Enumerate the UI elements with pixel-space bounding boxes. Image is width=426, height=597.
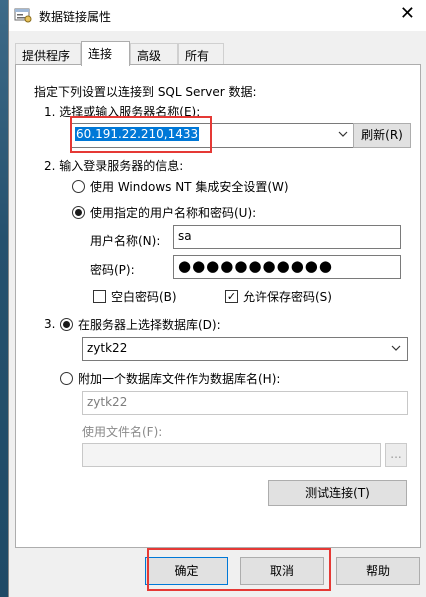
username-input[interactable]: sa: [173, 225, 401, 249]
radio-windows-auth-label[interactable]: 使用 Windows NT 集成安全设置(W): [90, 178, 289, 195]
desktop-background: [0, 0, 8, 597]
blank-password-checkbox[interactable]: [93, 290, 106, 303]
connection-panel: 指定下列设置以连接到 SQL Server 数据: 1. 选择或输入服务器名称(…: [15, 64, 421, 548]
allow-save-password-label[interactable]: 允许保存密码(S): [243, 288, 332, 305]
radio-specific-auth[interactable]: [72, 206, 85, 219]
tab-connection[interactable]: 连接: [81, 41, 130, 66]
test-connection-button[interactable]: 测试连接(T): [268, 480, 407, 506]
attach-db-name-input[interactable]: zytk22: [82, 391, 408, 415]
username-label: 用户名称(N):: [90, 234, 161, 248]
radio-attach-db[interactable]: [60, 372, 73, 385]
tab-provider[interactable]: 提供程序: [15, 43, 81, 65]
help-button[interactable]: 帮助: [336, 557, 420, 585]
app-icon: [14, 7, 32, 23]
tab-advanced[interactable]: 高级: [130, 43, 178, 65]
radio-db-on-server-label[interactable]: 在服务器上选择数据库(D):: [78, 316, 221, 333]
intro-text: 指定下列设置以连接到 SQL Server 数据:: [34, 85, 257, 99]
step2-label: 2. 输入登录服务器的信息:: [44, 159, 184, 173]
database-select[interactable]: zytk22: [82, 337, 408, 361]
browse-button[interactable]: ...: [385, 443, 407, 467]
step1-label: 1. 选择或输入服务器名称(E):: [44, 105, 201, 119]
radio-specific-auth-label[interactable]: 使用指定的用户名称和密码(U):: [90, 204, 256, 221]
filename-input[interactable]: [82, 443, 381, 467]
checkmark-icon: ✓: [226, 290, 237, 303]
password-label: 密码(P):: [90, 263, 135, 277]
data-link-properties-dialog: 数据链接属性 ✕ 提供程序 连接 高级 所有 指定下列设置以连接到 SQL Se…: [8, 0, 426, 597]
use-filename-label: 使用文件名(F):: [82, 425, 163, 439]
server-name-value: 60.191.22.210,1433: [75, 127, 200, 141]
window-title: 数据链接属性: [39, 10, 112, 24]
password-input[interactable]: ●●●●●●●●●●●: [173, 255, 401, 279]
allow-save-password-checkbox[interactable]: ✓: [225, 290, 238, 303]
password-mask: ●●●●●●●●●●●: [178, 257, 333, 275]
blank-password-label[interactable]: 空白密码(B): [111, 288, 177, 305]
chevron-down-icon[interactable]: [338, 130, 348, 141]
tab-all[interactable]: 所有: [178, 43, 224, 65]
chevron-down-icon[interactable]: [391, 344, 401, 355]
radio-windows-auth[interactable]: [72, 180, 85, 193]
database-select-value: zytk22: [87, 341, 128, 355]
step3-prefix: 3.: [44, 317, 56, 331]
close-icon[interactable]: ✕: [400, 4, 415, 24]
refresh-button[interactable]: 刷新(R): [353, 123, 411, 148]
ok-button[interactable]: 确定: [145, 557, 228, 585]
radio-db-on-server[interactable]: [60, 318, 73, 331]
server-name-combobox[interactable]: 60.191.22.210,1433: [70, 123, 355, 148]
cancel-button[interactable]: 取消: [240, 557, 324, 585]
title-bar: 数据链接属性 ✕: [9, 0, 426, 31]
radio-attach-db-label[interactable]: 附加一个数据库文件作为数据库名(H):: [78, 370, 280, 387]
